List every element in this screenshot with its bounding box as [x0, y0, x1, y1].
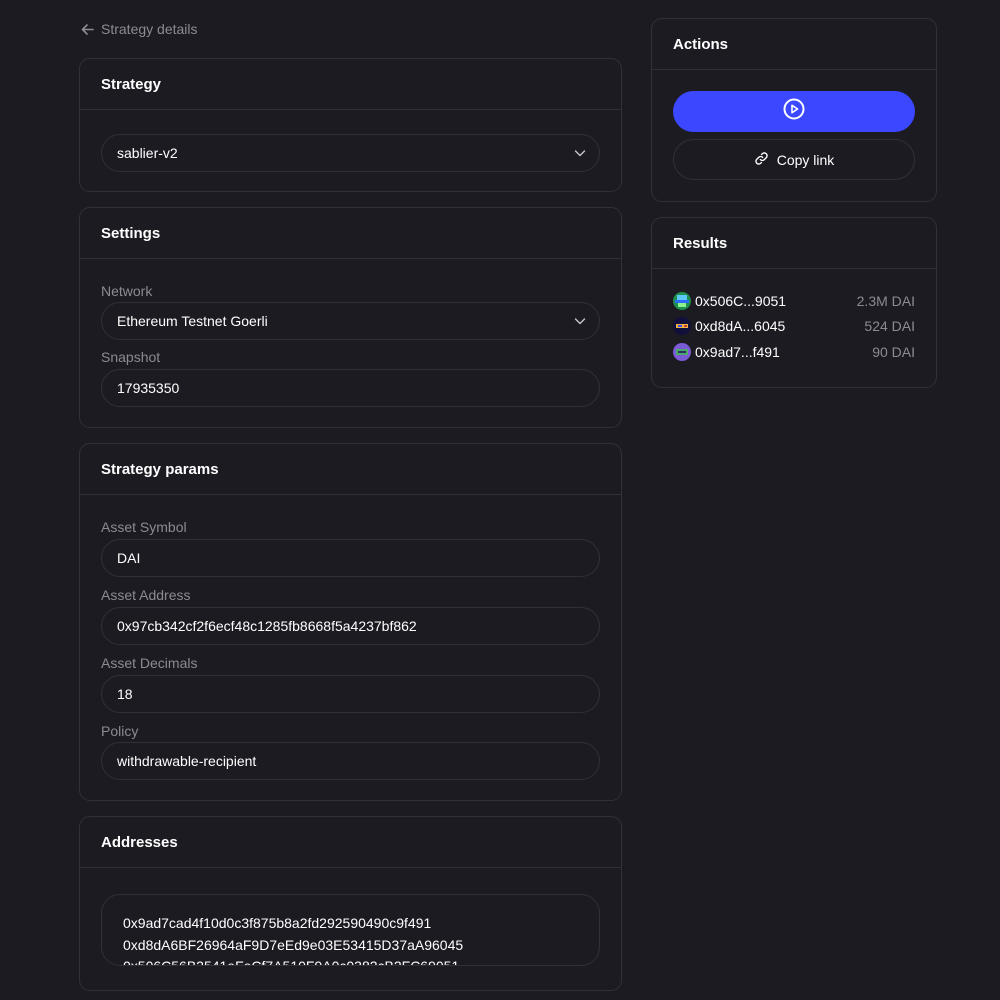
addresses-card-title: Addresses — [80, 817, 621, 868]
strategy-select[interactable]: sablier-v2 — [101, 134, 600, 172]
result-row: 0x9ad7...f491 90 DAI — [673, 342, 915, 362]
settings-card: Settings Network Ethereum Testnet Goerli… — [79, 207, 622, 428]
address-line: 0x506C56B2541eFeCf7A510F9A0c0382cB2FC690… — [123, 958, 460, 966]
strategy-card-title: Strategy — [80, 59, 621, 110]
link-icon — [754, 151, 769, 169]
asset-symbol-value: DAI — [117, 550, 141, 566]
avatar — [673, 343, 691, 361]
strategy-params-card-title: Strategy params — [80, 444, 621, 495]
policy-label: Policy — [101, 723, 139, 739]
snapshot-label: Snapshot — [101, 349, 161, 365]
asset-decimals-value: 18 — [117, 686, 133, 702]
strategy-card: Strategy sablier-v2 — [79, 58, 622, 192]
asset-address-value: 0x97cb342cf2f6ecf48c1285fb8668f5a4237bf8… — [117, 618, 417, 634]
arrow-left-icon — [81, 23, 94, 36]
chevron-down-icon — [573, 314, 587, 328]
result-amount: 524 DAI — [864, 318, 915, 334]
asset-symbol-label: Asset Symbol — [101, 519, 187, 535]
result-address: 0x9ad7...f491 — [695, 344, 780, 360]
copy-link-button[interactable]: Copy link — [673, 139, 915, 180]
result-row: 0xd8dA...6045 524 DAI — [673, 316, 915, 336]
chevron-down-icon — [573, 146, 587, 160]
actions-card-title: Actions — [652, 19, 936, 70]
address-line: 0x9ad7cad4f10d0c3f875b8a2fd292590490c9f4… — [123, 915, 432, 931]
copy-link-label: Copy link — [776, 151, 835, 168]
policy-input[interactable]: withdrawable-recipient — [101, 742, 600, 780]
policy-value: withdrawable-recipient — [117, 753, 257, 769]
network-label: Network — [101, 283, 153, 299]
result-amount: 2.3M DAI — [856, 293, 915, 309]
back-link-label: Strategy details — [101, 21, 198, 37]
back-link[interactable]: Strategy details — [81, 20, 198, 38]
asset-address-input[interactable]: 0x97cb342cf2f6ecf48c1285fb8668f5a4237bf8… — [101, 607, 600, 645]
result-amount: 90 DAI — [872, 344, 915, 360]
results-card: Results 0x506C...9051 2.3M DAI 0xd8dA...… — [651, 217, 937, 388]
asset-decimals-label: Asset Decimals — [101, 655, 198, 671]
result-address: 0x506C...9051 — [695, 293, 787, 309]
actions-card: Actions Copy link — [651, 18, 937, 202]
results-card-title: Results — [652, 218, 936, 269]
play-circle-icon — [782, 97, 806, 126]
result-address: 0xd8dA...6045 — [695, 318, 786, 334]
strategy-select-value: sablier-v2 — [117, 145, 178, 161]
avatar — [673, 292, 691, 310]
asset-decimals-input[interactable]: 18 — [101, 675, 600, 713]
strategy-params-card: Strategy params Asset Symbol DAI Asset A… — [79, 443, 622, 801]
snapshot-input[interactable]: 17935350 — [101, 369, 600, 407]
addresses-textarea[interactable]: 0x9ad7cad4f10d0c3f875b8a2fd292590490c9f4… — [101, 894, 600, 966]
network-select[interactable]: Ethereum Testnet Goerli — [101, 302, 600, 340]
address-line: 0xd8dA6BF26964aF9D7eEd9e03E53415D37aA960… — [123, 936, 464, 953]
avatar — [673, 317, 691, 335]
asset-address-label: Asset Address — [101, 587, 191, 603]
addresses-card: Addresses 0x9ad7cad4f10d0c3f875b8a2fd292… — [79, 816, 622, 991]
result-row: 0x506C...9051 2.3M DAI — [673, 291, 915, 311]
settings-card-title: Settings — [80, 208, 621, 259]
run-button[interactable] — [673, 91, 915, 132]
snapshot-input-value: 17935350 — [117, 380, 180, 396]
network-select-value: Ethereum Testnet Goerli — [117, 313, 268, 329]
asset-symbol-input[interactable]: DAI — [101, 539, 600, 577]
